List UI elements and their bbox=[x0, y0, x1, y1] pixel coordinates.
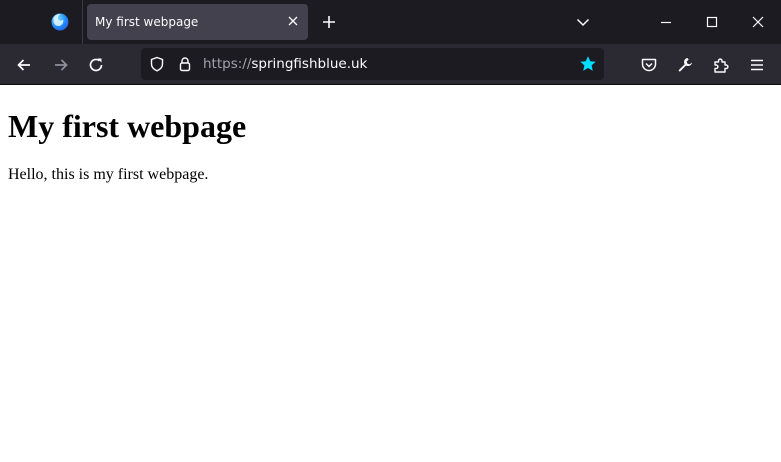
extensions-puzzle-icon[interactable] bbox=[712, 56, 730, 74]
bookmark-star-icon[interactable] bbox=[579, 55, 597, 73]
tab-separator bbox=[82, 0, 83, 44]
url-scheme: https:// bbox=[203, 56, 252, 72]
forward-arrow-icon[interactable] bbox=[52, 56, 70, 74]
tab-close-icon[interactable] bbox=[286, 14, 300, 28]
minimize-icon[interactable] bbox=[658, 14, 674, 30]
shield-icon[interactable] bbox=[149, 56, 165, 72]
page-heading: My first webpage bbox=[8, 108, 247, 144]
tab-title: My first webpage bbox=[95, 15, 199, 29]
page-paragraph: Hello, this is my first webpage. bbox=[8, 166, 209, 183]
tab-active[interactable]: My first webpage bbox=[87, 4, 308, 40]
reload-icon[interactable] bbox=[87, 56, 105, 74]
url-text[interactable]: https://springfishblue.uk bbox=[203, 56, 367, 72]
maximize-icon[interactable] bbox=[704, 14, 720, 30]
list-all-tabs-icon[interactable] bbox=[575, 14, 591, 30]
close-window-icon[interactable] bbox=[750, 14, 766, 30]
firefox-icon bbox=[50, 12, 70, 32]
address-bar[interactable]: https://springfishblue.uk bbox=[141, 48, 604, 80]
hamburger-menu-icon[interactable] bbox=[748, 56, 766, 74]
navigation-toolbar: https://springfishblue.uk bbox=[0, 44, 781, 85]
new-tab-icon[interactable] bbox=[320, 13, 338, 31]
url-host: springfishblue.uk bbox=[251, 56, 368, 72]
title-bar: My first webpage bbox=[0, 0, 781, 44]
pocket-icon[interactable] bbox=[640, 56, 658, 74]
lock-icon[interactable] bbox=[177, 56, 193, 72]
page-content: My first webpage Hello, this is my first… bbox=[0, 107, 781, 184]
wrench-icon[interactable] bbox=[676, 56, 694, 74]
back-arrow-icon[interactable] bbox=[15, 56, 33, 74]
